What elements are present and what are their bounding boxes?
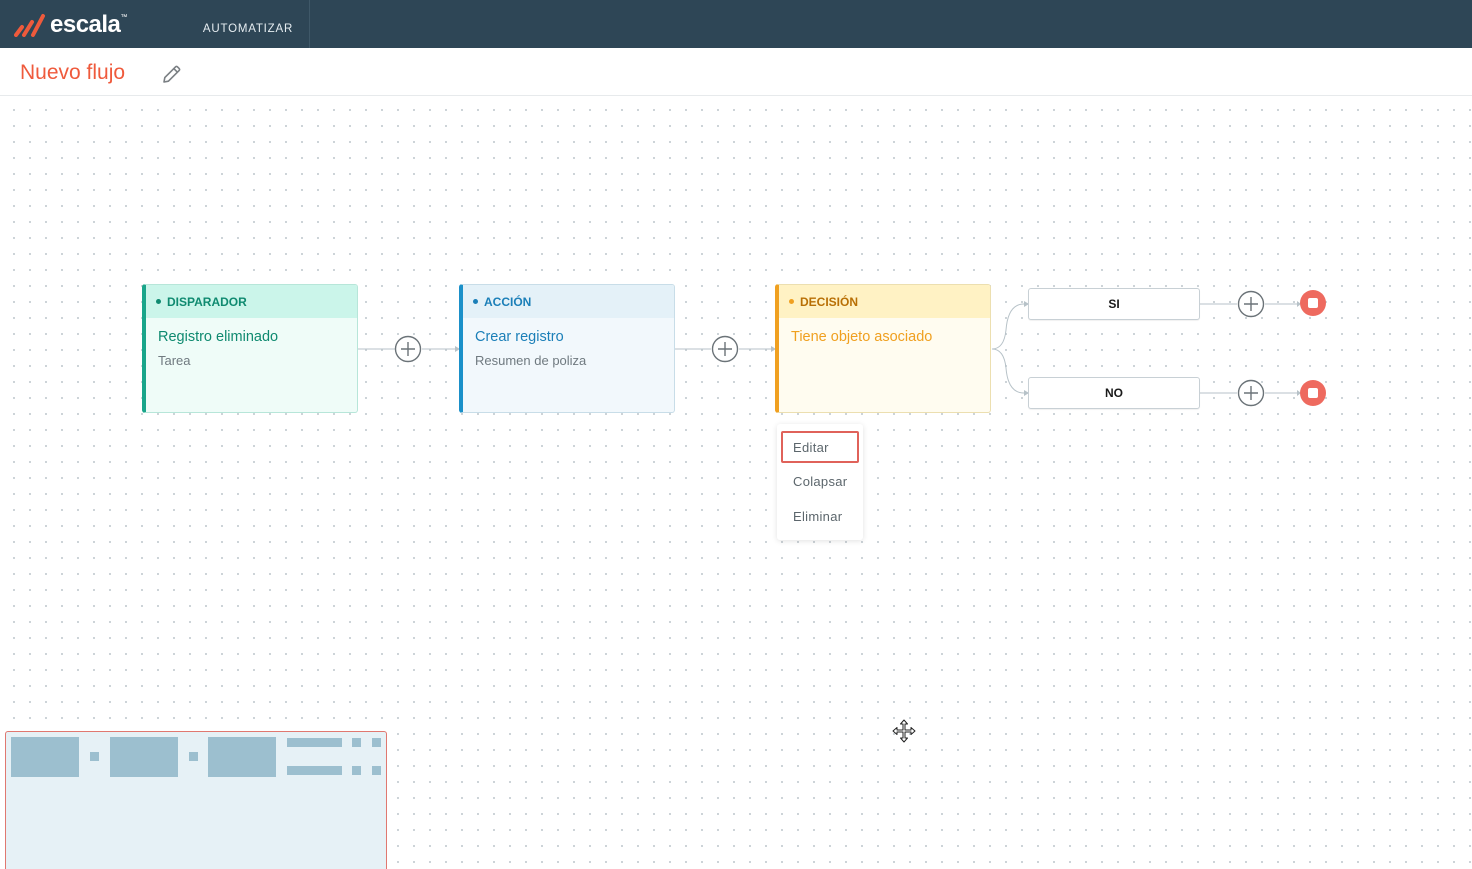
minimap-stop xyxy=(372,766,381,775)
add-step-plus-circle-icon[interactable] xyxy=(711,335,739,363)
add-step-plus-circle-icon[interactable] xyxy=(1237,290,1265,318)
trigger-node[interactable]: DISPARADOR Registro eliminado Tarea xyxy=(142,284,358,413)
minimap-branch-no xyxy=(287,766,342,775)
status-dot-icon xyxy=(789,299,794,304)
escala-logo[interactable]: escala ™ xyxy=(14,12,127,38)
branch-no[interactable]: NO xyxy=(1028,377,1200,409)
minimap-trigger-node xyxy=(11,737,79,777)
flow-minimap[interactable] xyxy=(5,731,387,869)
end-flow-stop-icon[interactable] xyxy=(1300,290,1326,316)
node-type-header: ACCIÓN xyxy=(463,285,674,318)
page-title[interactable]: Nuevo flujo xyxy=(20,61,125,85)
node-title: Registro eliminado xyxy=(158,329,279,345)
add-step-plus-circle-icon[interactable] xyxy=(394,335,422,363)
minimap-connector xyxy=(189,752,198,761)
minimap-decision-node xyxy=(208,737,276,777)
status-dot-icon xyxy=(156,299,161,304)
escala-logo-icon xyxy=(14,14,45,37)
branch-si[interactable]: SI xyxy=(1028,288,1200,320)
menu-item-colapsar[interactable]: Colapsar xyxy=(781,465,859,497)
move-cursor-icon xyxy=(892,719,916,743)
node-type-label: DECISIÓN xyxy=(800,294,859,309)
minimap-connector xyxy=(90,752,99,761)
minimap-add-step xyxy=(352,766,361,775)
top-navigation-bar: escala ™ AUTOMATIZAR xyxy=(0,0,1472,48)
node-subtitle: Tarea xyxy=(158,353,191,368)
pencil-icon[interactable] xyxy=(160,62,184,86)
stop-square xyxy=(1308,298,1318,308)
node-type-label: DISPARADOR xyxy=(167,294,247,309)
branch-label: NO xyxy=(1105,386,1123,400)
menu-item-eliminar[interactable]: Eliminar xyxy=(781,500,859,532)
node-title: Tiene objeto asociado xyxy=(791,329,933,345)
minimap-add-step xyxy=(352,738,361,747)
node-type-label: ACCIÓN xyxy=(484,294,532,309)
nav-item-label: AUTOMATIZAR xyxy=(202,23,294,35)
minimap-stop xyxy=(372,738,381,747)
action-node[interactable]: ACCIÓN Crear registro Resumen de poliza xyxy=(459,284,675,413)
node-subtitle: Resumen de poliza xyxy=(475,353,587,368)
node-type-header: DISPARADOR xyxy=(146,285,357,318)
nav-item-automatizar[interactable]: AUTOMATIZAR xyxy=(187,0,310,48)
menu-item-editar[interactable]: Editar xyxy=(781,431,859,463)
minimap-action-node xyxy=(110,737,178,777)
node-type-header: DECISIÓN xyxy=(779,285,990,318)
brand-name: escala xyxy=(50,11,121,38)
minimap-branch-si xyxy=(287,738,342,747)
branch-label: SI xyxy=(1108,297,1120,311)
add-step-plus-circle-icon[interactable] xyxy=(1237,379,1265,407)
node-context-menu: Editar Colapsar Eliminar xyxy=(777,424,863,540)
stop-square xyxy=(1308,388,1318,398)
brand-trademark: ™ xyxy=(120,13,128,21)
status-dot-icon xyxy=(473,299,478,304)
decision-node[interactable]: DECISIÓN Tiene objeto asociado xyxy=(775,284,991,413)
flow-title-bar: Nuevo flujo xyxy=(0,48,1472,96)
end-flow-stop-icon[interactable] xyxy=(1300,380,1326,406)
node-title: Crear registro xyxy=(475,329,564,345)
